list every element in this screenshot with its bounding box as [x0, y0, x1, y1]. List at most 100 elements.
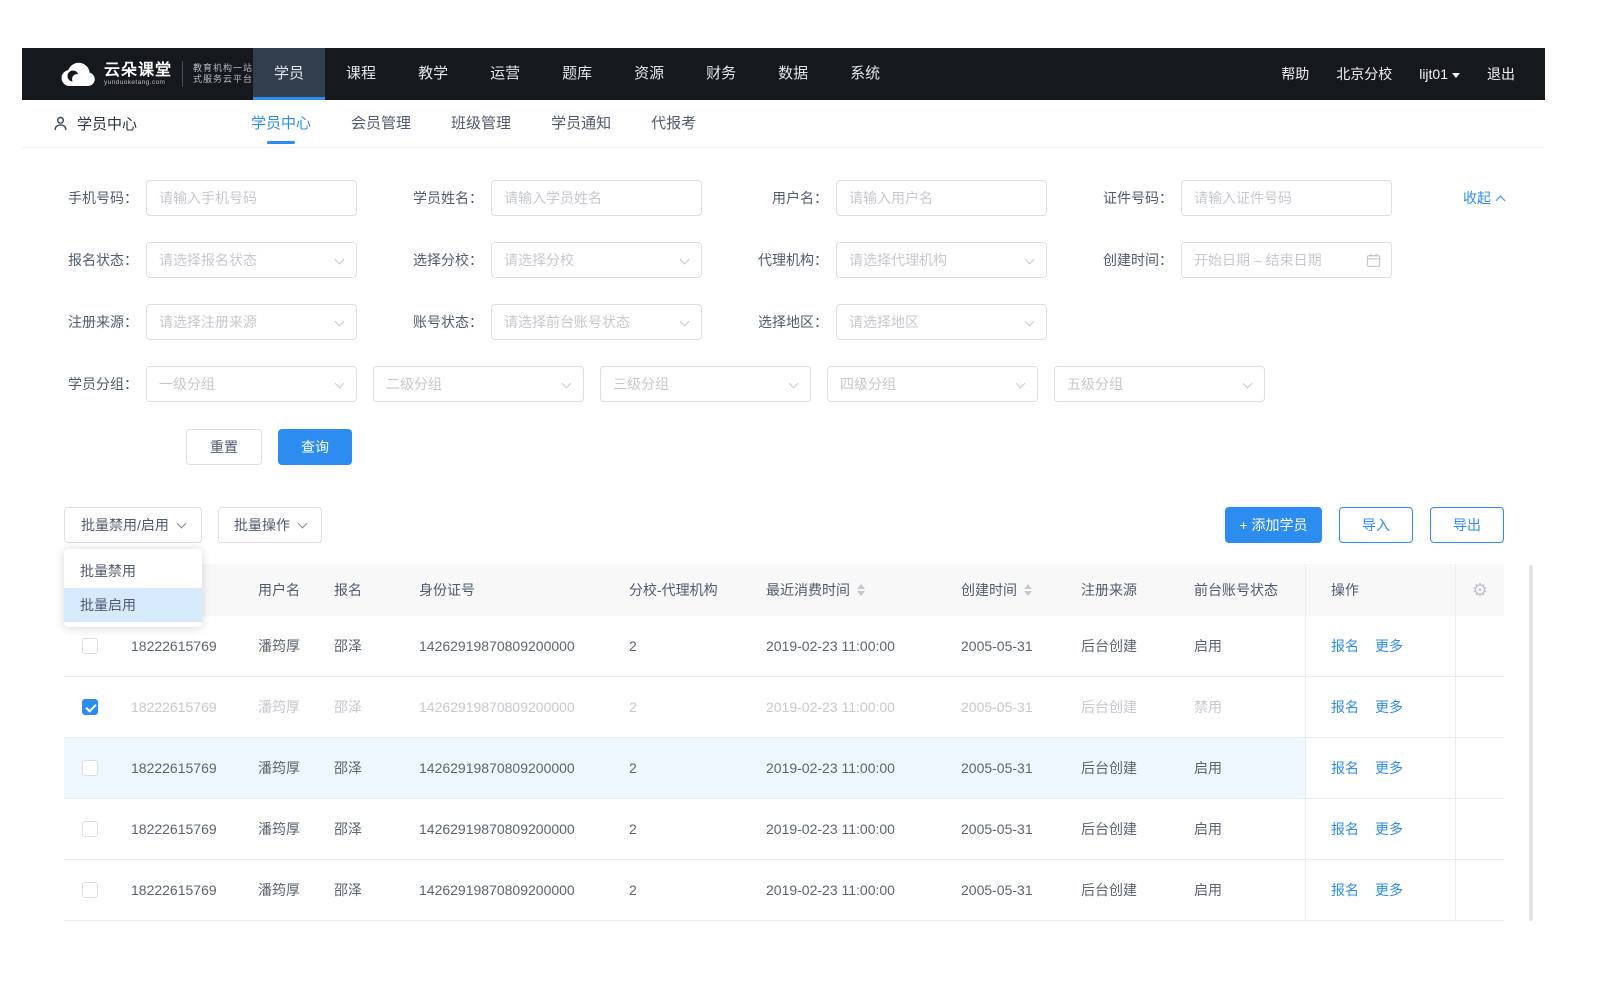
- cell-source: 后台创建: [1065, 860, 1178, 920]
- group-level3-select[interactable]: 三级分组: [600, 366, 811, 402]
- cell-username: 潘筠厚: [242, 616, 318, 676]
- student-name-label: 学员姓名：: [407, 188, 483, 208]
- header-settings-cell: ⚙: [1455, 564, 1504, 616]
- cell-branch: 2: [613, 860, 750, 920]
- cell-branch: 2: [613, 616, 750, 676]
- phone-input[interactable]: [146, 180, 357, 216]
- filter-panel: 手机号码： 学员姓名： 用户名： 证件号码： 收起 报名状态：: [22, 148, 1545, 465]
- reg-source-label: 注册来源：: [62, 312, 138, 332]
- cell-created: 2005-05-31: [945, 799, 1065, 859]
- batch-actions-dropdown[interactable]: 批量操作: [218, 507, 322, 543]
- main-menu: 学员 课程 教学 运营 题库 资源 财务 数据 系统: [253, 48, 901, 100]
- branch-switcher[interactable]: 北京分校: [1336, 64, 1392, 84]
- cell-last-consume: 2019-02-23 11:00:00: [750, 616, 945, 676]
- students-table: 用户名 报名 身份证号 分校-代理机构 最近消费时间 创建时间 注册来源 前台账…: [64, 564, 1504, 921]
- export-button[interactable]: 导出: [1430, 507, 1504, 543]
- brand-logo[interactable]: 云朵课堂 yunduoketang.com 教育机构一站 式服务云平台: [22, 48, 253, 100]
- group-level4-select[interactable]: 四级分组: [827, 366, 1038, 402]
- menu-item-students[interactable]: 学员: [253, 48, 325, 100]
- row-checkbox[interactable]: [82, 760, 98, 776]
- logout-link[interactable]: 退出: [1487, 64, 1515, 84]
- enroll-link[interactable]: 报名: [1331, 697, 1359, 717]
- help-link[interactable]: 帮助: [1281, 64, 1309, 84]
- student-name-input[interactable]: [491, 180, 702, 216]
- tab-member-management[interactable]: 会员管理: [351, 100, 411, 147]
- cell-username: 潘筠厚: [242, 860, 318, 920]
- menu-item-operations[interactable]: 运营: [469, 48, 541, 100]
- account-status-select[interactable]: 请选择前台账号状态: [491, 304, 702, 340]
- header-idcard: 身份证号: [403, 564, 613, 616]
- sort-icon[interactable]: [1024, 584, 1032, 596]
- cert-number-input[interactable]: [1181, 180, 1392, 216]
- sub-navbar: 学员中心 学员中心 会员管理 班级管理 学员通知 代报考: [22, 100, 1545, 148]
- enroll-link[interactable]: 报名: [1331, 758, 1359, 778]
- group-level1-select[interactable]: 一级分组: [146, 366, 357, 402]
- user-menu[interactable]: lijt01: [1419, 66, 1460, 82]
- menu-item-resources[interactable]: 资源: [613, 48, 685, 100]
- agency-select[interactable]: 请选择代理机构: [836, 242, 1047, 278]
- cell-status: 禁用: [1178, 677, 1305, 737]
- more-link[interactable]: 更多: [1375, 758, 1403, 778]
- account-status-label: 账号状态：: [407, 312, 483, 332]
- batch-enable-disable-dropdown[interactable]: 批量禁用/启用: [64, 507, 202, 543]
- tab-proxy-exam[interactable]: 代报考: [651, 100, 696, 147]
- menu-item-batch-disable[interactable]: 批量禁用: [64, 554, 202, 588]
- table-row: 18222615769 潘筠厚 邵泽 14262919870809200000 …: [64, 677, 1504, 738]
- row-checkbox[interactable]: [82, 638, 98, 654]
- menu-item-data[interactable]: 数据: [757, 48, 829, 100]
- header-branch-agency: 分校-代理机构: [613, 564, 750, 616]
- group-level2-select[interactable]: 二级分组: [373, 366, 584, 402]
- brand-tagline: 教育机构一站 式服务云平台: [193, 63, 253, 85]
- enroll-link[interactable]: 报名: [1331, 880, 1359, 900]
- date-range-picker[interactable]: 开始日期 – 结束日期: [1181, 242, 1392, 278]
- chevron-down-icon: [680, 255, 690, 265]
- chevron-down-icon: [1016, 379, 1026, 389]
- row-checkbox[interactable]: [82, 821, 98, 837]
- vertical-scrollbar[interactable]: [1529, 565, 1533, 921]
- reg-source-select[interactable]: 请选择注册来源: [146, 304, 357, 340]
- row-checkbox[interactable]: [82, 882, 98, 898]
- more-link[interactable]: 更多: [1375, 697, 1403, 717]
- menu-item-courses[interactable]: 课程: [325, 48, 397, 100]
- menu-item-teaching[interactable]: 教学: [397, 48, 469, 100]
- chevron-down-icon: [789, 379, 799, 389]
- username-input[interactable]: [836, 180, 1047, 216]
- enroll-link[interactable]: 报名: [1331, 636, 1359, 656]
- tab-student-center[interactable]: 学员中心: [251, 100, 311, 147]
- cell-idcard: 14262919870809200000: [403, 860, 613, 920]
- row-checkbox-checked[interactable]: [82, 699, 98, 715]
- header-enroll: 报名: [318, 564, 403, 616]
- more-link[interactable]: 更多: [1375, 819, 1403, 839]
- cloud-logo-icon: [60, 62, 96, 87]
- menu-item-batch-enable[interactable]: 批量启用: [64, 588, 202, 622]
- header-username: 用户名: [242, 564, 318, 616]
- enroll-link[interactable]: 报名: [1331, 819, 1359, 839]
- group-level5-select[interactable]: 五级分组: [1054, 366, 1265, 402]
- cell-source: 后台创建: [1065, 738, 1178, 798]
- collapse-filters-link[interactable]: 收起: [1463, 188, 1504, 208]
- region-select[interactable]: 请选择地区: [836, 304, 1047, 340]
- tab-student-notice[interactable]: 学员通知: [551, 100, 611, 147]
- tab-class-management[interactable]: 班级管理: [451, 100, 511, 147]
- enroll-status-select[interactable]: 请选择报名状态: [146, 242, 357, 278]
- cell-last-consume: 2019-02-23 11:00:00: [750, 799, 945, 859]
- cell-created: 2005-05-31: [945, 738, 1065, 798]
- cell-enroll: 邵泽: [318, 799, 403, 859]
- cell-idcard: 14262919870809200000: [403, 616, 613, 676]
- reset-button[interactable]: 重置: [186, 429, 262, 465]
- sort-icon[interactable]: [857, 584, 865, 596]
- more-link[interactable]: 更多: [1375, 880, 1403, 900]
- branch-select[interactable]: 请选择分校: [491, 242, 702, 278]
- menu-item-question-bank[interactable]: 题库: [541, 48, 613, 100]
- menu-item-finance[interactable]: 财务: [685, 48, 757, 100]
- import-button[interactable]: 导入: [1339, 507, 1413, 543]
- add-student-button[interactable]: + 添加学员: [1225, 507, 1322, 543]
- cell-enroll: 邵泽: [318, 677, 403, 737]
- search-button[interactable]: 查询: [278, 429, 352, 465]
- cell-idcard: 14262919870809200000: [403, 677, 613, 737]
- gear-icon[interactable]: ⚙: [1472, 580, 1488, 601]
- menu-item-system[interactable]: 系统: [829, 48, 901, 100]
- cell-last-consume: 2019-02-23 11:00:00: [750, 677, 945, 737]
- more-link[interactable]: 更多: [1375, 636, 1403, 656]
- cell-username: 潘筠厚: [242, 738, 318, 798]
